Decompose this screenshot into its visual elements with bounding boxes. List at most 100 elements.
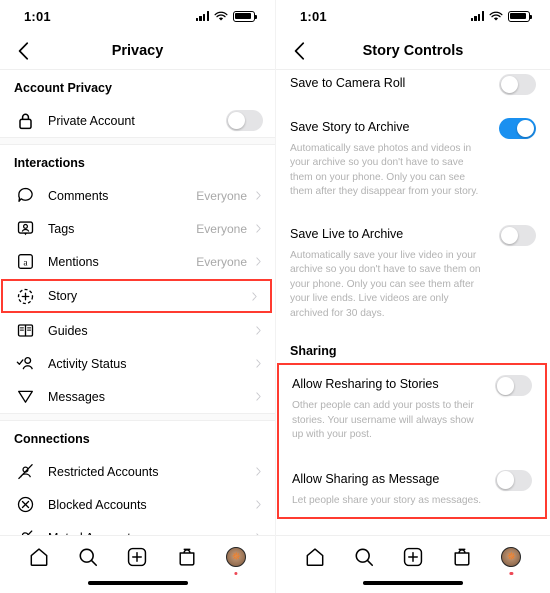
tab-shop[interactable] <box>449 544 475 570</box>
row-label: Messages <box>48 389 105 404</box>
section-header-sharing: Sharing <box>290 344 337 359</box>
activity-status-icon <box>14 353 36 375</box>
row-muted-accounts[interactable]: Muted Accounts <box>0 521 275 535</box>
row-blocked-accounts[interactable]: Blocked Accounts <box>0 488 275 521</box>
profile-avatar-icon: ✵ <box>226 547 247 567</box>
tab-create[interactable] <box>400 544 426 570</box>
notification-dot <box>234 571 238 575</box>
tab-profile[interactable]: ✵ <box>498 544 524 575</box>
privacy-screen: 1:01 Privacy Account Privacy Private Acc… <box>0 0 275 593</box>
home-indicator <box>363 580 463 585</box>
private-account-toggle[interactable] <box>226 110 263 131</box>
setting-description: Other people can add your posts to their… <box>292 400 474 441</box>
tab-search[interactable] <box>75 544 101 570</box>
profile-avatar-icon: ✵ <box>501 547 522 567</box>
setting-save-story-to-archive[interactable]: Save Story to Archive Automatically save… <box>276 104 550 209</box>
mention-at-icon: a <box>14 251 36 273</box>
guides-book-icon <box>14 320 36 342</box>
comment-icon <box>14 185 36 207</box>
row-value: Everyone <box>196 221 247 236</box>
save-live-to-archive-toggle[interactable] <box>499 224 536 246</box>
setting-description: Automatically save your live video in yo… <box>290 249 481 319</box>
allow-sharing-as-message-toggle[interactable] <box>495 469 532 491</box>
chevron-right-icon <box>256 467 261 476</box>
status-bar-left: 1:01 <box>0 0 275 32</box>
allow-resharing-to-stories-toggle[interactable] <box>495 375 532 397</box>
tab-home[interactable] <box>26 544 52 570</box>
row-story[interactable]: Story <box>1 279 272 313</box>
row-comments[interactable]: Comments Everyone <box>0 179 275 212</box>
home-indicator <box>87 580 188 585</box>
add-post-icon <box>128 547 147 567</box>
shop-bag-icon <box>454 548 470 566</box>
row-restricted-accounts[interactable]: Restricted Accounts <box>0 455 275 488</box>
save-story-to-archive-toggle[interactable] <box>499 118 536 139</box>
tab-bar-right[interactable]: ✵ <box>276 535 550 593</box>
setting-title: Save Story to Archive <box>290 120 410 134</box>
setting-title: Allow Sharing as Message <box>292 471 440 486</box>
tab-home[interactable] <box>302 544 328 570</box>
row-label: Restricted Accounts <box>48 464 159 479</box>
setting-description: Let people share your story as messages. <box>292 494 482 506</box>
cellular-signal-icon <box>195 11 209 21</box>
row-activity-status[interactable]: Activity Status <box>0 347 275 380</box>
tab-bar-left[interactable]: ✵ <box>0 535 275 593</box>
tab-profile[interactable]: ✵ <box>223 544 249 575</box>
cellular-signal-icon <box>470 11 484 21</box>
tag-person-icon <box>14 218 36 240</box>
page-title: Story Controls <box>362 42 464 59</box>
dual-phone-screenshot: 1:01 Privacy Account Privacy Private Acc… <box>0 0 550 593</box>
svg-text:a: a <box>23 258 28 268</box>
battery-icon <box>233 10 258 22</box>
chevron-right-icon <box>256 257 261 266</box>
wifi-icon <box>489 11 503 21</box>
row-label: Activity Status <box>48 356 127 371</box>
row-guides[interactable]: Guides <box>0 314 275 347</box>
nav-bar-right: Story Controls <box>276 32 550 70</box>
tab-search[interactable] <box>351 544 377 570</box>
row-label: Story <box>48 289 78 303</box>
back-button[interactable] <box>12 40 34 62</box>
setting-title: Save Live to Archive <box>290 226 404 241</box>
setting-allow-resharing-to-stories[interactable]: Allow Resharing to Stories Other people … <box>278 364 546 451</box>
sharing-highlight-group: Allow Resharing to Stories Other people … <box>277 363 547 520</box>
restricted-accounts-icon <box>14 461 36 483</box>
setting-title: Allow Resharing to Stories <box>292 377 439 392</box>
search-icon <box>79 548 98 567</box>
row-value: Everyone <box>196 188 247 203</box>
home-icon <box>30 548 48 566</box>
row-tags[interactable]: Tags Everyone <box>0 212 275 245</box>
save-to-camera-roll-toggle[interactable] <box>499 74 536 95</box>
setting-save-to-camera-roll[interactable]: Save to Camera Roll <box>276 70 550 104</box>
status-time: 1:01 <box>24 8 51 24</box>
tab-create[interactable] <box>124 544 150 570</box>
setting-description: Automatically save photos and videos in … <box>290 143 479 198</box>
shop-bag-icon <box>179 548 195 566</box>
row-messages[interactable]: Messages <box>0 380 275 413</box>
chevron-right-icon <box>256 500 261 509</box>
status-time: 1:01 <box>300 8 327 24</box>
battery-icon <box>508 10 533 22</box>
search-icon <box>355 548 373 567</box>
blocked-accounts-icon <box>14 494 36 516</box>
section-header-interactions: Interactions <box>14 156 85 170</box>
setting-allow-sharing-as-message[interactable]: Allow Sharing as Message Let people shar… <box>278 452 546 518</box>
row-mentions[interactable]: a Mentions Everyone <box>0 245 275 278</box>
row-label: Private Account <box>48 113 135 128</box>
story-controls-list[interactable]: Save to Camera Roll Save Story to Archiv… <box>276 70 550 535</box>
setting-share-your-story-to-facebook[interactable]: Share Your Story to Facebook Automatical… <box>276 520 550 535</box>
chevron-right-icon <box>256 392 261 401</box>
back-button[interactable] <box>288 40 310 62</box>
setting-save-live-to-archive[interactable]: Save Live to Archive Automatically save … <box>276 209 550 330</box>
wifi-icon <box>214 11 228 21</box>
messages-paperplane-icon <box>14 386 36 408</box>
row-private-account[interactable]: Private Account <box>0 104 275 137</box>
row-label: Guides <box>48 323 88 338</box>
row-label: Blocked Accounts <box>48 497 147 512</box>
notification-dot <box>509 571 513 575</box>
tab-shop[interactable] <box>174 544 200 570</box>
section-header-connections: Connections <box>14 432 90 446</box>
chevron-left-icon <box>294 41 304 60</box>
story-controls-screen: 1:01 Story Controls Save to Camera Roll … <box>275 0 550 593</box>
privacy-list[interactable]: Account Privacy Private Account Interact… <box>0 70 275 535</box>
